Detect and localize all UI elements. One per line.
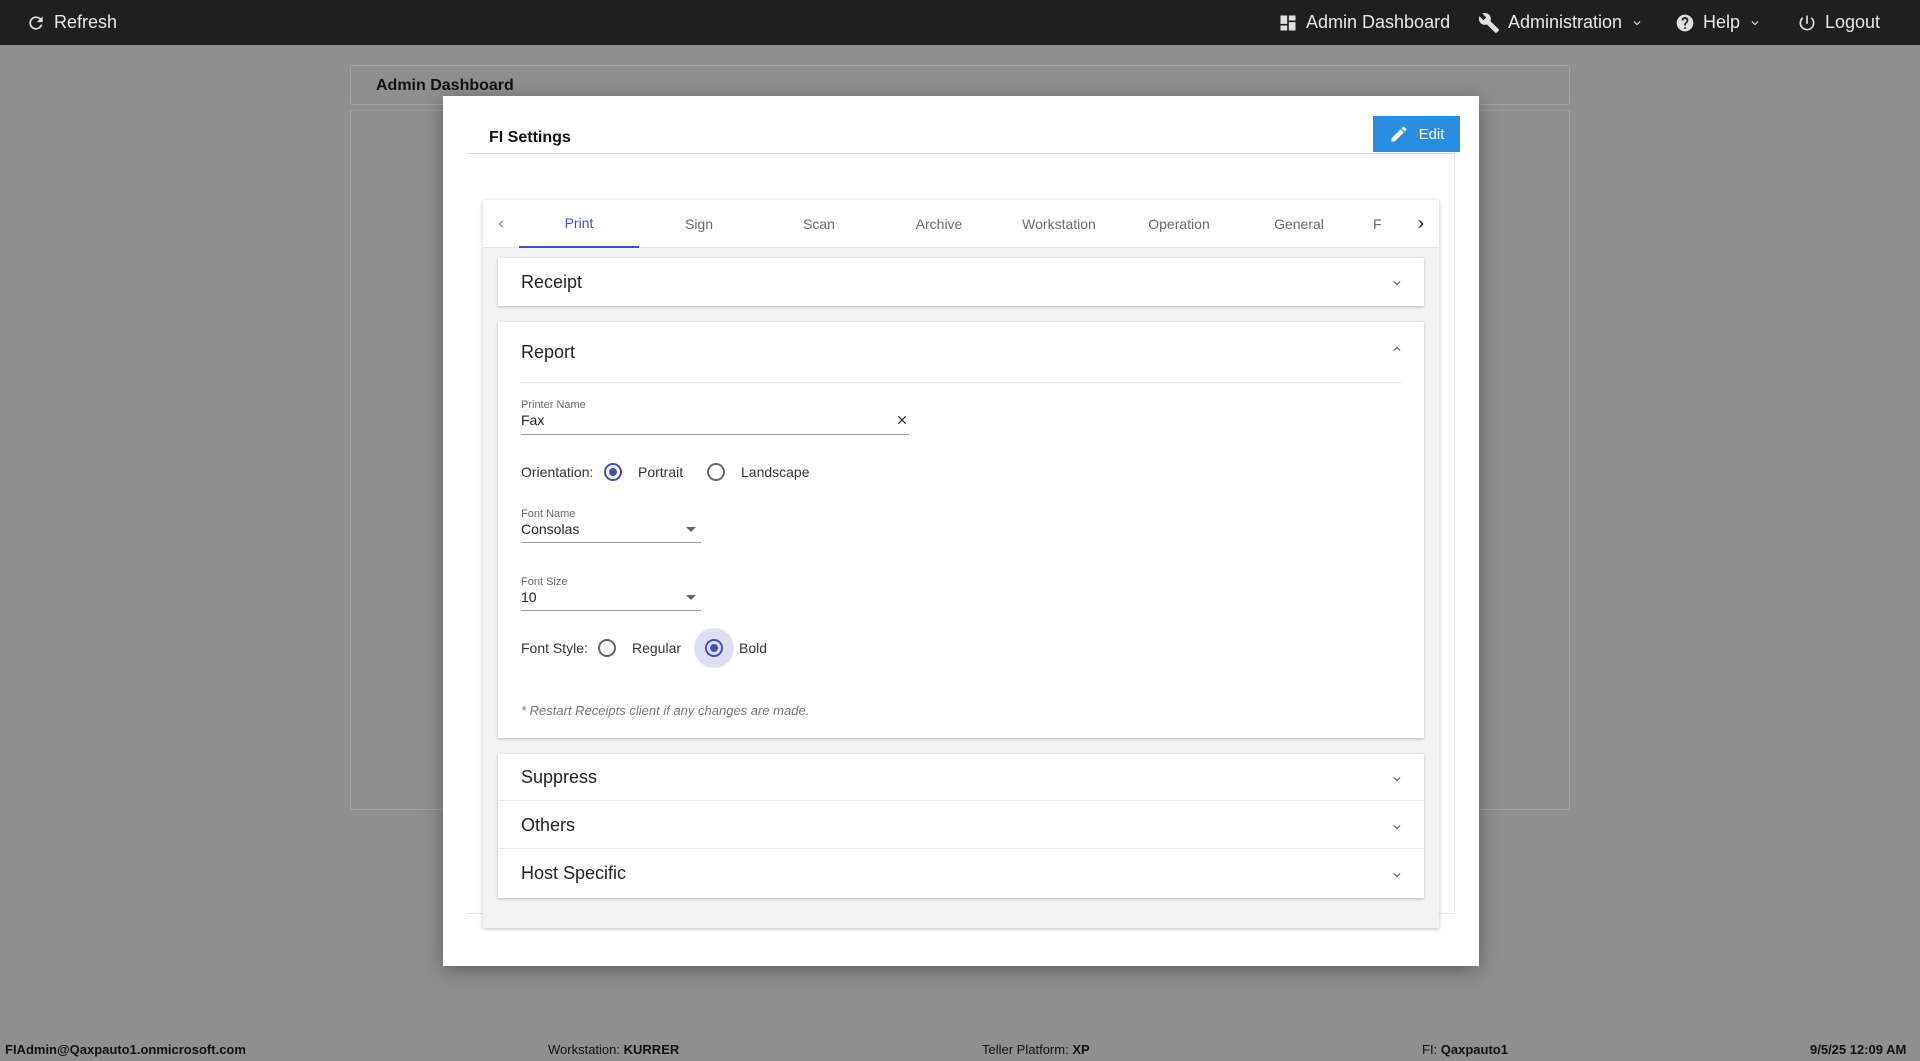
admin-dashboard-label: Admin Dashboard (1306, 12, 1451, 32)
printer-name-underline (521, 434, 909, 435)
tab-workstation[interactable]: Workstation (999, 200, 1119, 248)
report-divider (521, 382, 1401, 383)
help-menu[interactable]: Help (1675, 0, 1762, 45)
status-datetime: 9/5/25 12:09 AM (1810, 1042, 1907, 1057)
suppress-section-title: Suppress (521, 767, 598, 787)
help-label: Help (1703, 12, 1741, 32)
refresh-label: Refresh (54, 12, 118, 32)
suppress-section[interactable]: Suppress (498, 754, 1424, 801)
chevron-left-icon (498, 220, 503, 228)
dialog-header: FI Settings Edit (467, 116, 1460, 154)
font-style-bold-radio[interactable] (705, 639, 723, 657)
status-bar: FIAdmin@Qaxpauto1.onmicrosoft.com Workst… (0, 1038, 1920, 1061)
edit-button[interactable]: Edit (1373, 116, 1460, 152)
tab-operation[interactable]: Operation (1119, 200, 1239, 248)
font-size-underline (521, 610, 701, 611)
chevron-down-icon (1751, 20, 1759, 25)
tab-archive[interactable]: Archive (879, 200, 999, 248)
refresh-icon (29, 15, 43, 30)
orientation-portrait-radio[interactable] (604, 463, 622, 481)
edit-label: Edit (1418, 125, 1445, 143)
dashboard-icon (1280, 15, 1296, 30)
report-section: Report Printer Name Fax Orientation: Por… (498, 322, 1424, 738)
dialog-title: FI Settings (489, 129, 571, 146)
chevron-down-icon (1633, 20, 1641, 25)
chevron-right-icon (1418, 220, 1424, 228)
printer-name-label: Printer Name (521, 399, 586, 411)
logout-button[interactable]: Logout (1797, 0, 1880, 45)
font-size-label: Font Size (521, 576, 568, 588)
font-name-label: Font Name (521, 508, 576, 520)
orientation-landscape-radio[interactable] (707, 463, 725, 481)
help-icon (1676, 14, 1694, 31)
font-name-select[interactable]: Consolas (521, 521, 579, 537)
collapsed-sections-group: Suppress Others Host Specific (498, 754, 1424, 898)
font-style-regular-radio[interactable] (598, 639, 616, 657)
receipt-section-title: Receipt (521, 272, 583, 292)
power-icon (1799, 15, 1815, 30)
dropdown-arrow-icon[interactable] (686, 527, 696, 532)
chevron-down-icon (1393, 873, 1401, 878)
clear-icon[interactable] (895, 413, 909, 427)
status-teller-platform: Teller Platform: XP (982, 1042, 1090, 1057)
dialog-content: FI Settings Edit Print Sign Scan Archive… (467, 116, 1460, 928)
orientation-label: Orientation: (521, 464, 594, 480)
chevron-down-icon (1393, 777, 1401, 782)
chevron-down-icon (1393, 825, 1401, 830)
chevron-down-icon (1393, 281, 1401, 286)
background-page-title: Admin Dashboard (376, 77, 514, 94)
status-user: FIAdmin@Qaxpauto1.onmicrosoft.com (5, 1042, 246, 1057)
chevron-up-icon[interactable] (1390, 342, 1404, 356)
wrench-icon (1478, 12, 1500, 33)
font-style-regular-label[interactable]: Regular (632, 640, 681, 656)
tab-general[interactable]: General (1239, 200, 1359, 248)
settings-tabs: Print Sign Scan Archive Workstation Oper… (483, 200, 1439, 248)
settings-card: Print Sign Scan Archive Workstation Oper… (483, 200, 1439, 928)
tab-partial[interactable]: F (1359, 200, 1403, 248)
others-section-title: Others (521, 815, 576, 835)
tabs-scroll-left[interactable] (483, 200, 519, 248)
tab-print[interactable]: Print (519, 200, 639, 248)
font-style-label: Font Style: (521, 640, 588, 656)
tabs-scroll-right[interactable] (1403, 200, 1439, 248)
admin-dashboard-link[interactable]: Admin Dashboard (1278, 0, 1450, 45)
font-style-bold-label[interactable]: Bold (739, 640, 767, 656)
font-size-select[interactable]: 10 (521, 589, 537, 605)
pencil-icon (1391, 126, 1407, 142)
status-workstation: Workstation: KURRER (548, 1042, 680, 1057)
status-fi: FI: Qaxpauto1 (1422, 1042, 1508, 1057)
report-section-title[interactable]: Report (521, 342, 575, 363)
printer-name-input[interactable]: Fax (521, 412, 544, 428)
receipt-section[interactable]: Receipt (498, 258, 1424, 306)
tab-scan[interactable]: Scan (759, 200, 879, 248)
tab-sign[interactable]: Sign (639, 200, 759, 248)
fi-settings-dialog: FI Settings Edit Print Sign Scan Archive… (443, 96, 1479, 966)
orientation-portrait-label[interactable]: Portrait (638, 464, 683, 480)
host-specific-section-title: Host Specific (521, 863, 627, 883)
logout-label: Logout (1825, 12, 1881, 32)
restart-note: * Restart Receipts client if any changes… (521, 703, 810, 718)
top-navigation-bar: Refresh Admin Dashboard Administration H… (0, 0, 1920, 45)
administration-label: Administration (1508, 12, 1623, 32)
orientation-landscape-label[interactable]: Landscape (741, 464, 810, 480)
refresh-button[interactable]: Refresh (26, 0, 117, 45)
others-section[interactable]: Others (498, 801, 1424, 849)
host-specific-section[interactable]: Host Specific (498, 849, 1424, 898)
dropdown-arrow-icon[interactable] (686, 595, 696, 600)
administration-menu[interactable]: Administration (1478, 0, 1644, 45)
font-name-underline (521, 542, 701, 543)
